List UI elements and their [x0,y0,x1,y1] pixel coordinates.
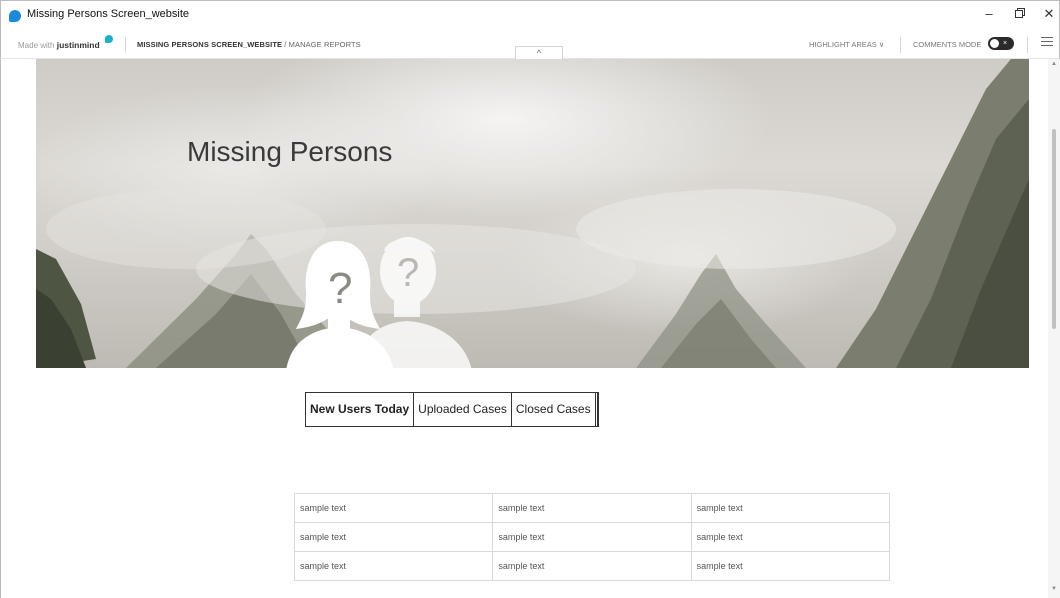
question-mark-front: ? [328,264,352,313]
made-with-label: Made with justinmind [18,40,100,50]
table-row: sample text sample text sample text [293,551,891,581]
table-row: sample text sample text sample text [293,522,891,552]
scroll-down-arrow-icon[interactable]: ▼ [1051,586,1057,592]
hero-title: Missing Persons [187,136,393,167]
minimize-button[interactable]: – [976,4,1002,24]
toggle-off-icon: × [1003,40,1008,47]
app-icon [9,10,21,22]
table-cell: sample text [690,551,891,581]
hero-banner: Missing Persons ? ? [36,59,1029,368]
collapse-toolbar-button[interactable]: ^ [515,46,563,59]
toolbar-divider [900,37,901,53]
highlight-areas-label: HIGHLIGHT AREAS [809,40,877,49]
close-button[interactable]: ✕ [1036,4,1060,24]
toolbar-divider [125,37,126,53]
comments-mode-label: COMMENTS MODE [913,40,982,49]
made-with-text: Made with [18,41,55,50]
page-canvas: Missing Persons ? ? New Users Today Uplo… [36,59,1029,598]
table-cell: sample text [492,493,692,523]
highlight-areas-dropdown[interactable]: HIGHLIGHT AREAS ∨ [809,40,884,49]
table-cell: sample text [690,493,891,523]
breadcrumb-project[interactable]: MISSING PERSONS SCREEN_WEBSITE [137,40,282,49]
toggle-knob [990,39,999,48]
comments-mode-toggle[interactable]: × [988,37,1014,50]
restore-icon [1015,10,1023,18]
table-cell: sample text [690,522,891,552]
breadcrumb-current-page: MANAGE REPORTS [288,40,361,49]
table-cell: sample text [293,551,494,581]
question-mark-back: ? [397,251,419,295]
chevron-down-icon: ∨ [878,40,885,49]
reports-table: sample text sample text sample text samp… [293,493,891,581]
report-tabs: New Users Today Uploaded Cases Closed Ca… [305,392,599,427]
window-title: Missing Persons Screen_website [27,8,190,20]
breadcrumb: MISSING PERSONS SCREEN_WEBSITE / MANAGE … [137,40,361,49]
table-row: sample text sample text sample text [293,493,891,523]
missing-persons-silhouette-icon: ? ? [286,237,472,368]
chevron-up-icon: ^ [536,48,542,58]
table-cell: sample text [293,522,494,552]
tab-new-users-today[interactable]: New Users Today [306,393,415,426]
mountain-background-image [36,59,1029,368]
table-cell: sample text [492,551,692,581]
hamburger-menu-icon[interactable] [1041,37,1053,49]
window-title-bar: Missing Persons Screen_website – ✕ [0,0,1060,29]
justinmind-logo-icon [105,35,113,43]
tab-uploaded-cases[interactable]: Uploaded Cases [414,393,512,426]
scrollbar-thumb[interactable] [1052,129,1056,329]
tab-closed-cases[interactable]: Closed Cases [512,393,598,426]
table-cell: sample text [293,493,494,523]
maximize-button[interactable] [1006,4,1032,24]
scroll-up-arrow-icon[interactable]: ▲ [1051,61,1057,67]
table-cell: sample text [492,522,692,552]
justinmind-logo[interactable]: justinmind [57,40,100,50]
vertical-scrollbar[interactable]: ▲ ▼ [1048,59,1060,598]
toolbar-divider [1027,37,1028,53]
prototype-toolbar: Made with justinmind MISSING PERSONS SCR… [0,29,1060,59]
